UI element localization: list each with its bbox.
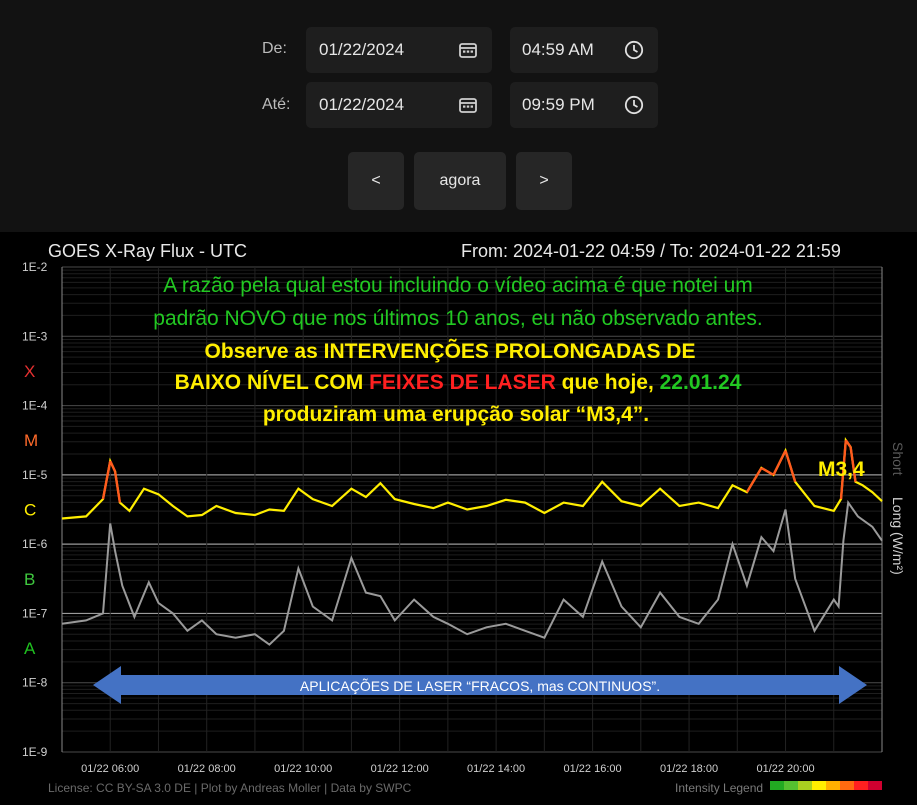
y-tick-label: 1E-2 [22, 260, 48, 274]
x-tick-label: 01/22 18:00 [660, 763, 718, 775]
y-tick-label: 1E-7 [22, 606, 48, 620]
overlay-line-4: BAIXO NÍVEL COM FEIXES DE LASER que hoje… [175, 371, 742, 394]
intensity-legend-bar [770, 781, 882, 790]
legend-swatch [868, 781, 882, 790]
x-tick-label: 01/22 12:00 [371, 763, 429, 775]
x-axis-ticks: 01/22 06:00 01/22 08:00 01/22 10:00 01/22 1… [81, 763, 814, 775]
from-label: De: [262, 40, 287, 57]
long-high-segment [784, 450, 797, 483]
legend-swatch [840, 781, 854, 790]
now-button[interactable]: agora [414, 152, 506, 210]
to-label: Até: [262, 96, 291, 113]
next-button[interactable]: > [516, 152, 572, 210]
series-long-highlight [101, 439, 857, 503]
overlay-line-3: Observe as INTERVENÇÕES PROLONGADAS DE [205, 339, 696, 363]
x-tick-label: 01/22 16:00 [564, 763, 622, 775]
y-tick-label: 1E-3 [22, 329, 48, 343]
clock-icon[interactable] [624, 40, 644, 60]
date-range-panel: De: 01/22/2024 04:59 AM Até: 01/22/2024 … [0, 0, 917, 232]
overlay-line-4d: 22.01.24 [660, 371, 742, 394]
from-date-field[interactable]: 01/22/2024 [306, 27, 492, 73]
y-axis-label: Long (W/m²) [890, 497, 906, 575]
calendar-icon[interactable] [458, 95, 478, 115]
from-date-value: 01/22/2024 [319, 40, 405, 59]
long-high-segment [101, 460, 112, 500]
xray-flux-chart: GOES X-Ray Flux - UTC From: 2024-01-22 0… [0, 232, 917, 800]
from-time-value: 04:59 AM [522, 40, 594, 59]
flare-class-b: B [24, 570, 35, 589]
series-short-line [61, 499, 883, 646]
x-tick-label: 01/22 20:00 [756, 763, 814, 775]
x-tick-label: 01/22 10:00 [274, 763, 332, 775]
overlay-line-4c: que hoje, [556, 371, 660, 394]
calendar-icon[interactable] [458, 40, 478, 60]
overlay-line-5: produziram uma erupção solar “M3,4”. [263, 403, 649, 426]
series-long-line [61, 437, 883, 520]
y-tick-label: 1E-4 [22, 399, 48, 413]
from-time-field[interactable]: 04:59 AM [510, 27, 658, 73]
intensity-legend-label: Intensity Legend [675, 781, 763, 795]
peak-label: M3,4 [818, 458, 865, 481]
license-text: License: CC BY-SA 3.0 DE | Plot by Andre… [48, 781, 412, 795]
y-tick-label: 1E-9 [22, 745, 48, 759]
previous-button[interactable]: < [348, 152, 404, 210]
overlay-line-1: A razão pela qual estou incluindo o víde… [163, 274, 753, 297]
legend-swatch [826, 781, 840, 790]
legend-swatch [770, 781, 784, 790]
flare-class-x: X [24, 362, 35, 381]
y-tick-label: 1E-8 [22, 676, 48, 690]
legend-swatch [812, 781, 826, 790]
long-high-segment [745, 467, 763, 493]
to-date-field[interactable]: 01/22/2024 [306, 82, 492, 128]
long-high-segment [109, 460, 117, 472]
long-high-segment [760, 466, 775, 476]
y-tick-label: 1E-5 [22, 468, 48, 482]
overlay-line-4a: BAIXO NÍVEL COM [175, 371, 369, 394]
overlay-line-4b: FEIXES DE LASER [369, 371, 556, 394]
to-date-value: 01/22/2024 [319, 95, 405, 114]
flare-class-a: A [24, 639, 36, 658]
arrow-text: APLICAÇÕES DE LASER “FRACOS, mas CONTINU… [300, 678, 660, 694]
to-time-field[interactable]: 09:59 PM [510, 82, 658, 128]
chart-svg: GOES X-Ray Flux - UTC From: 2024-01-22 0… [22, 241, 906, 795]
y-tick-label: 1E-6 [22, 537, 48, 551]
chart-title: GOES X-Ray Flux - UTC [48, 241, 247, 261]
to-time-value: 09:59 PM [522, 95, 595, 114]
legend-swatch [798, 781, 812, 790]
legend-swatch [854, 781, 868, 790]
chart-range: From: 2024-01-22 04:59 / To: 2024-01-22 … [461, 241, 841, 261]
secondary-axis-label: Short [890, 442, 906, 476]
legend-swatch [784, 781, 798, 790]
overlay-line-2: padrão NOVO que nos últimos 10 anos, eu … [153, 307, 762, 330]
flare-class-m: M [24, 431, 38, 450]
clock-icon[interactable] [624, 95, 644, 115]
x-tick-label: 01/22 14:00 [467, 763, 525, 775]
x-tick-label: 01/22 06:00 [81, 763, 139, 775]
x-tick-label: 01/22 08:00 [178, 763, 236, 775]
long-high-segment [113, 471, 122, 503]
flare-class-c: C [24, 501, 36, 520]
